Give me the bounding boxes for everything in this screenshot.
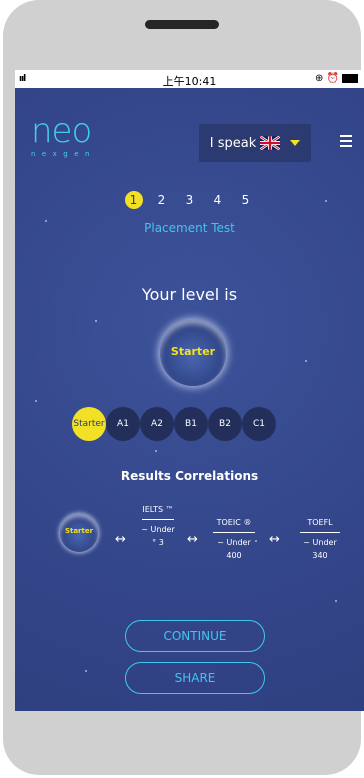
star bbox=[155, 450, 157, 452]
level-b2: B2 bbox=[208, 407, 242, 441]
hamburger-menu-icon[interactable] bbox=[340, 135, 352, 150]
logo-subtitle: nexgen bbox=[31, 150, 96, 158]
correlations-title: Results Correlations bbox=[120, 469, 259, 483]
level-planet-label: Starter bbox=[170, 345, 216, 358]
arrow-icon: ↔ bbox=[187, 532, 198, 547]
chevron-down-icon bbox=[290, 140, 301, 146]
level-starter: Starter bbox=[72, 407, 106, 441]
level-a2: A2 bbox=[140, 407, 174, 441]
status-right-icons: ⊕ ⏰ bbox=[314, 73, 339, 84]
step-3: 3 bbox=[185, 193, 194, 207]
share-button[interactable]: SHARE bbox=[125, 662, 265, 694]
toefl-value: ~ Under 340 bbox=[303, 538, 337, 560]
star bbox=[335, 600, 337, 602]
toeic-value: ~ Under 400 bbox=[217, 538, 251, 560]
logo-word: neo bbox=[31, 111, 92, 151]
step-5: 5 bbox=[241, 193, 250, 207]
toefl-column: TOEFL ~ Under 340 bbox=[297, 516, 343, 562]
level-a1: A1 bbox=[106, 407, 140, 441]
steps-label: Placement Test bbox=[144, 221, 235, 235]
phone-speaker bbox=[145, 20, 219, 29]
language-label: I speak bbox=[209, 135, 257, 151]
star bbox=[95, 320, 97, 322]
toeic-name: TOEIC ® bbox=[216, 518, 252, 527]
toefl-name: TOEFL bbox=[307, 518, 333, 527]
toeic-column: TOEIC ® ~ Under 400 bbox=[210, 516, 258, 562]
level-scale: Starter A1 A2 B1 B2 C1 bbox=[72, 407, 276, 441]
ielts-name: IELTS ™ bbox=[142, 505, 174, 514]
star bbox=[85, 670, 87, 672]
status-icons: ⊕ ⏰ bbox=[315, 73, 358, 84]
step-4: 4 bbox=[213, 193, 222, 207]
arrow-icon: ↔ bbox=[115, 532, 126, 547]
step-indicator: 1 2 3 4 5 bbox=[15, 191, 364, 209]
level-planet: Starter bbox=[160, 320, 226, 386]
correlation-badge-label: Starter bbox=[64, 527, 94, 535]
language-selector[interactable]: I speak bbox=[199, 124, 311, 162]
app-screen: ııl 上午10:41 ⊕ ⏰ neo nexgen I speak 1 2 3… bbox=[15, 70, 364, 711]
level-title: Your level is bbox=[141, 285, 238, 304]
uk-flag-icon bbox=[260, 136, 281, 150]
arrow-icon: ↔ bbox=[269, 532, 280, 547]
step-2: 2 bbox=[157, 193, 166, 207]
star bbox=[35, 400, 37, 402]
star bbox=[305, 360, 307, 362]
level-b1: B1 bbox=[174, 407, 208, 441]
correlation-level-badge: Starter bbox=[60, 514, 98, 552]
battery-icon bbox=[342, 73, 358, 83]
ielts-column: IELTS ™ ~ Under ° 3 bbox=[140, 503, 176, 549]
status-time: 上午10:41 bbox=[162, 75, 217, 88]
continue-button[interactable]: CONTINUE bbox=[125, 620, 265, 652]
status-bar: ııl 上午10:41 ⊕ ⏰ bbox=[15, 70, 364, 88]
step-1: 1 bbox=[124, 191, 143, 209]
ielts-value: ~ Under ° 3 bbox=[141, 525, 175, 547]
level-c1: C1 bbox=[242, 407, 276, 441]
neo-logo[interactable]: neo nexgen bbox=[31, 111, 96, 158]
